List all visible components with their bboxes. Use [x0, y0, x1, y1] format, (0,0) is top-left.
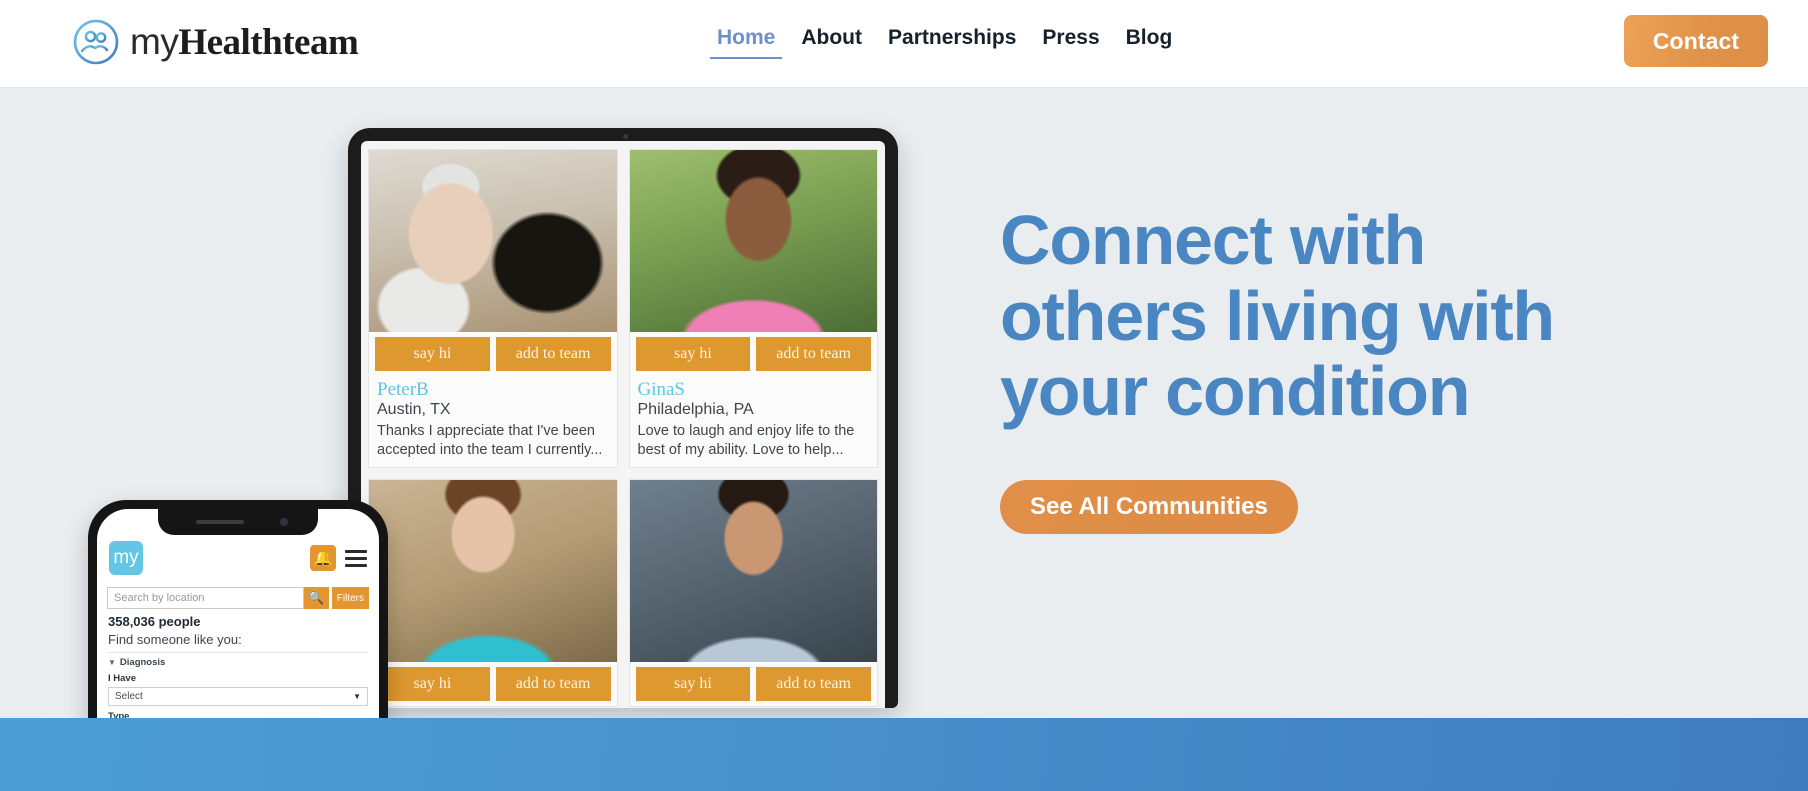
brand-name-light: my: [130, 20, 179, 62]
profile-photo: [369, 480, 617, 663]
search-input[interactable]: Search by location: [107, 587, 304, 609]
profile-bio: Thanks I appreciate that I've been accep…: [377, 423, 603, 458]
profile-actions: say hi add to team: [369, 332, 617, 376]
two-people-circle-logo-icon: [72, 18, 120, 66]
tablet-mockup: say hi add to team PeterB Austin, TX Tha…: [348, 128, 898, 708]
say-hi-button[interactable]: say hi: [375, 337, 490, 371]
see-all-communities-button[interactable]: See All Communities: [1000, 479, 1298, 534]
nav-item-blog[interactable]: Blog: [1113, 26, 1186, 59]
chevron-down-icon: ▼: [108, 658, 116, 667]
tablet-screen: say hi add to team PeterB Austin, TX Tha…: [361, 141, 885, 708]
speaker-icon: [196, 520, 244, 524]
page-title: Connect with others living with your con…: [1000, 201, 1700, 431]
hero-section: say hi add to team PeterB Austin, TX Tha…: [0, 88, 1808, 718]
profile-location: Philadelphia, PA: [637, 401, 754, 418]
profile-card[interactable]: say hi add to team GinaS Philadelphia, P…: [628, 149, 878, 469]
search-icon[interactable]: 🔍: [303, 587, 329, 609]
profile-actions: say hi add to team: [629, 332, 877, 376]
type-label: Type: [108, 711, 130, 718]
profile-photo: [369, 150, 617, 332]
phone-topbar-actions: 🔔: [310, 545, 367, 571]
hero-title-line-2: others living with: [1000, 276, 1555, 355]
profile-name[interactable]: GinaS: [630, 376, 878, 401]
add-to-team-button[interactable]: add to team: [756, 667, 871, 702]
i-have-label: I Have: [108, 673, 136, 684]
hero-title-line-3: your condition: [1000, 352, 1470, 431]
bottom-blue-band: [0, 718, 1808, 791]
brand-name: myHealthteam: [130, 20, 359, 64]
find-someone-label: Find someone like you:: [108, 632, 242, 647]
diagnosis-group-header[interactable]: ▼ Diagnosis: [97, 653, 379, 668]
site-header: myHealthteam Home About Partnerships Pre…: [0, 0, 1808, 88]
filters-button[interactable]: Filters: [331, 587, 369, 609]
people-count: 358,036 people: [108, 614, 201, 629]
nav-item-partnerships[interactable]: Partnerships: [875, 26, 1029, 59]
add-to-team-button[interactable]: add to team: [756, 337, 871, 371]
phone-notch: [158, 509, 318, 535]
say-hi-button[interactable]: say hi: [375, 667, 490, 702]
profile-card[interactable]: say hi add to team: [628, 479, 878, 708]
say-hi-button[interactable]: say hi: [635, 337, 751, 371]
hamburger-menu-icon[interactable]: [345, 549, 367, 567]
add-to-team-button[interactable]: add to team: [495, 337, 611, 371]
profile-actions: say hi add to team: [629, 662, 877, 707]
notification-bell-icon[interactable]: 🔔: [310, 545, 336, 571]
hero-title-line-1: Connect with: [1000, 201, 1426, 279]
phone-app-logo[interactable]: my: [109, 541, 143, 575]
say-hi-button[interactable]: say hi: [635, 667, 751, 702]
phone-search-row: Search by location 🔍 Filters: [97, 583, 379, 609]
profile-name[interactable]: PeterB: [369, 376, 617, 401]
hero-copy: Connect with others living with your con…: [1000, 201, 1700, 534]
profile-photo: [629, 150, 877, 332]
profile-card[interactable]: say hi add to team PeterB Austin, TX Tha…: [368, 149, 618, 469]
nav-item-home[interactable]: Home: [704, 26, 788, 59]
phone-mockup: my 🔔 Search by location 🔍 Filters 358,03…: [88, 500, 388, 718]
i-have-value: Select: [115, 691, 143, 702]
brand-logo[interactable]: myHealthteam: [72, 18, 359, 66]
add-to-team-button[interactable]: add to team: [495, 667, 611, 702]
phone-screen: my 🔔 Search by location 🔍 Filters 358,03…: [97, 509, 379, 718]
front-camera-icon: [280, 518, 288, 526]
profile-photo: [629, 480, 877, 663]
nav-item-about[interactable]: About: [788, 26, 875, 59]
contact-button[interactable]: Contact: [1624, 15, 1768, 67]
brand-name-bold: Healthteam: [178, 21, 359, 63]
profile-card[interactable]: say hi add to team: [368, 479, 618, 708]
i-have-select[interactable]: Select ▼: [108, 687, 368, 706]
profile-location: Austin, TX: [377, 401, 451, 418]
chevron-down-icon: ▼: [353, 692, 361, 701]
diagnosis-group-label: Diagnosis: [119, 657, 166, 668]
profile-actions: say hi add to team: [369, 662, 617, 707]
nav-item-press[interactable]: Press: [1029, 26, 1112, 59]
profile-bio: Love to laugh and enjoy life to the best…: [637, 423, 855, 458]
main-navigation: Home About Partnerships Press Blog: [704, 26, 1185, 59]
